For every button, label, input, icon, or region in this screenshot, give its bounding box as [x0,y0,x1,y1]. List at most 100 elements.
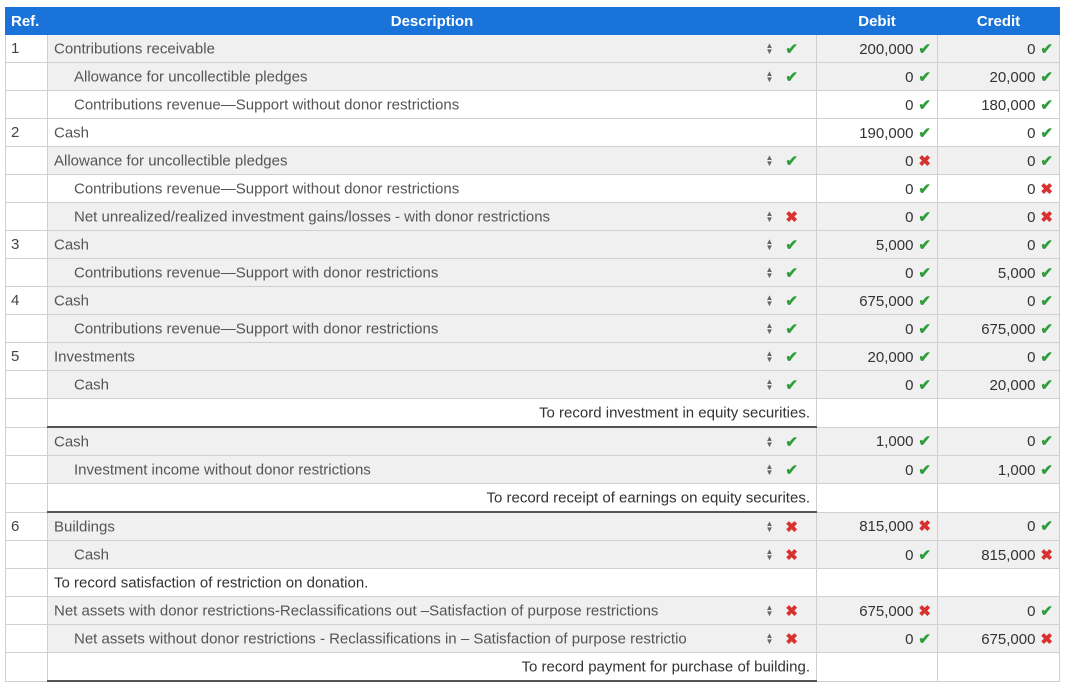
sort-arrows-icon[interactable]: ▲ ▼ [766,547,774,561]
debit-cell[interactable]: 0 ✔ [816,174,938,203]
account-select[interactable]: Investment income without donor restrict… [47,455,817,484]
debit-cell[interactable]: 0 ✔ [816,314,938,343]
table-row: 3 Cash ▲ ▼ ✔ 5,000 ✔ 0 ✔ [5,230,1060,259]
debit-cell[interactable]: 815,000 ✖ [816,511,938,541]
debit-cell[interactable]: 0 ✔ [816,624,938,653]
sort-arrows-icon[interactable]: ▲ ▼ [766,434,774,448]
debit-value: 0 [905,68,914,86]
credit-cell[interactable]: 0 ✔ [937,511,1060,541]
credit-cell[interactable]: 5,000 ✔ [937,258,1060,287]
account-select[interactable]: Net assets without donor restrictions - … [47,624,817,653]
account-select[interactable]: Cash ▲ ▼ ✔ [47,230,817,259]
debit-cell[interactable]: 1,000 ✔ [816,426,938,456]
account-select[interactable]: Buildings ▲ ▼ ✖ [47,511,817,541]
debit-cell[interactable]: 0 ✔ [816,540,938,569]
account-select[interactable]: Cash ▲ ▼ ✔ [47,426,817,456]
sort-arrows-icon[interactable]: ▲ ▼ [766,603,774,617]
select-controls: ▲ ▼ ✔ [766,40,799,58]
select-controls: ▲ ▼ ✖ [766,546,799,564]
credit-cell[interactable]: 20,000 ✔ [937,370,1060,399]
sort-arrows-icon[interactable]: ▲ ▼ [766,462,774,476]
account-select[interactable]: Contributions revenue—Support with donor… [47,314,817,343]
debit-cell[interactable]: 675,000 ✖ [816,596,938,625]
ref-cell: 3 [5,230,48,259]
debit-cell[interactable]: 0 ✔ [816,202,938,231]
sort-arrows-icon[interactable]: ▲ ▼ [766,519,774,533]
ref-cell [5,90,48,119]
account-select[interactable]: Cash ▲ ▼ ✔ [47,286,817,315]
sort-arrows-icon[interactable]: ▲ ▼ [766,209,774,223]
sort-arrows-icon[interactable]: ▲ ▼ [766,349,774,363]
debit-cell[interactable]: 20,000 ✔ [816,342,938,371]
sort-arrows-icon[interactable]: ▲ ▼ [766,153,774,167]
credit-cell[interactable]: 0 ✔ [937,342,1060,371]
debit-cell[interactable]: 0 ✔ [816,455,938,484]
account-select[interactable]: Allowance for uncollectible pledges ▲ ▼ ✔ [47,62,817,91]
credit-cell[interactable]: 0 ✔ [937,286,1060,315]
sort-arrows-icon[interactable]: ▲ ▼ [766,41,774,55]
debit-cell[interactable]: 200,000 ✔ [816,34,938,63]
table-row: Contributions revenue—Support with donor… [5,314,1060,343]
credit-cell[interactable]: 0 ✖ [937,202,1060,231]
sort-arrows-icon[interactable]: ▲ ▼ [766,237,774,251]
credit-cell[interactable]: 0 ✔ [937,596,1060,625]
sort-arrows-icon[interactable]: ▲ ▼ [766,69,774,83]
debit-cell[interactable]: 190,000 ✔ [816,118,938,147]
credit-cell[interactable]: 0 ✔ [937,230,1060,259]
credit-cell[interactable]: 815,000 ✖ [937,540,1060,569]
account-select[interactable]: Net assets with donor restrictions-Recla… [47,596,817,625]
credit-cell[interactable]: 0 ✔ [937,426,1060,456]
header-debit: Debit [816,7,938,35]
account-select[interactable]: Cash ▲ ▼ ✔ [47,370,817,399]
credit-cell[interactable]: 0 ✔ [937,118,1060,147]
account-select[interactable]: Investments ▲ ▼ ✔ [47,342,817,371]
check-icon: ✔ [785,292,798,310]
debit-value: 0 [905,96,914,114]
table-row: 5 Investments ▲ ▼ ✔ 20,000 ✔ 0 ✔ [5,342,1060,371]
account-select[interactable]: Cash ▲ ▼ ✖ [47,540,817,569]
account-select[interactable]: Contributions revenue—Support with donor… [47,258,817,287]
debit-cell[interactable]: 5,000 ✔ [816,230,938,259]
table-row: Contributions revenue—Support without do… [5,90,1060,119]
debit-cell[interactable]: 0 ✔ [816,62,938,91]
sort-arrows-icon[interactable]: ▲ ▼ [766,265,774,279]
sort-arrows-icon[interactable]: ▲ ▼ [766,293,774,307]
check-icon: ✔ [1040,320,1053,338]
credit-value: 0 [1027,180,1036,198]
account-name: Net assets without donor restrictions - … [74,630,687,647]
debit-cell[interactable]: 0 ✔ [816,370,938,399]
debit-cell[interactable]: 675,000 ✔ [816,286,938,315]
cross-icon: ✖ [785,630,798,648]
sort-arrows-icon[interactable]: ▲ ▼ [766,321,774,335]
account-select[interactable]: Net unrealized/realized investment gains… [47,202,817,231]
credit-cell[interactable]: 20,000 ✔ [937,62,1060,91]
credit-cell[interactable]: 0 ✔ [937,146,1060,175]
credit-cell[interactable]: 675,000 ✖ [937,624,1060,653]
account-select[interactable]: Contributions revenue—Support without do… [47,174,817,203]
debit-cell[interactable]: 0 ✔ [816,258,938,287]
memo-text: To record investment in equity securitie… [539,404,810,421]
table-row: Cash ▲ ▼ ✖ 0 ✔ 815,000 ✖ [5,540,1060,569]
debit-value: 815,000 [859,518,914,536]
account-select[interactable]: Cash [47,118,817,147]
account-name: Allowance for uncollectible pledges [54,152,288,169]
cross-icon: ✖ [1040,546,1053,564]
sort-arrows-icon[interactable]: ▲ ▼ [766,631,774,645]
account-select[interactable]: Contributions receivable ▲ ▼ ✔ [47,34,817,63]
credit-cell[interactable]: 0 ✖ [937,174,1060,203]
check-icon: ✔ [918,264,931,282]
credit-cell[interactable]: 0 ✔ [937,34,1060,63]
debit-cell[interactable]: 0 ✔ [816,90,938,119]
memo-row: To record investment in equity securitie… [5,398,1060,428]
check-icon: ✔ [918,348,931,366]
credit-cell[interactable]: 675,000 ✔ [937,314,1060,343]
credit-cell[interactable]: 180,000 ✔ [937,90,1060,119]
debit-value: 0 [905,264,914,282]
debit-cell[interactable]: 0 ✖ [816,146,938,175]
credit-cell[interactable]: 1,000 ✔ [937,455,1060,484]
account-select[interactable]: Allowance for uncollectible pledges ▲ ▼ ✔ [47,146,817,175]
account-select[interactable]: Contributions revenue—Support without do… [47,90,817,119]
ref-cell [5,202,48,231]
ref-cell [5,174,48,203]
sort-arrows-icon[interactable]: ▲ ▼ [766,377,774,391]
